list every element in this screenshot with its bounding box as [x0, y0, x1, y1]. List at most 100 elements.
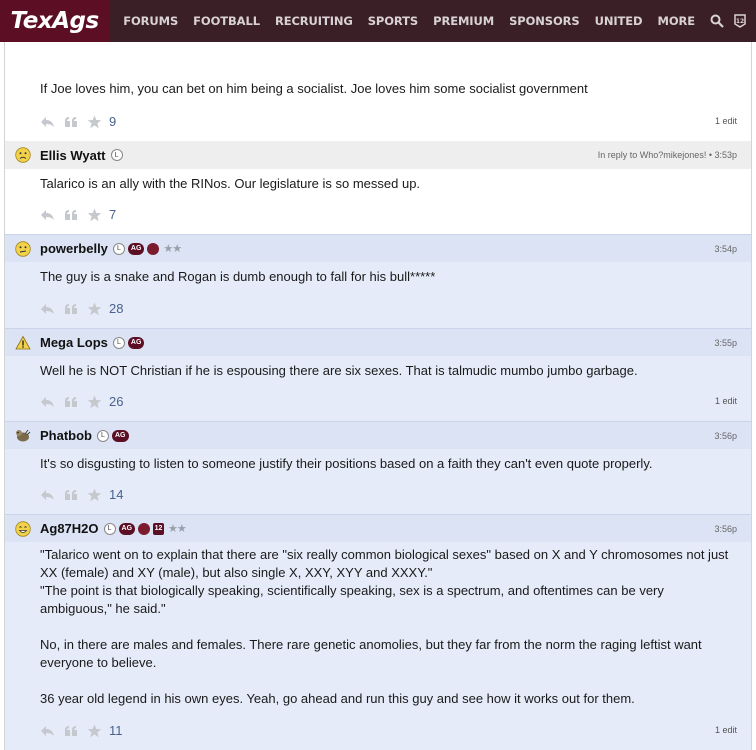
post-actions: 28 — [40, 301, 123, 316]
seal-badge-icon — [138, 522, 151, 535]
quote-icon[interactable] — [64, 116, 78, 128]
ag-badge: AG — [127, 336, 145, 349]
quote-icon[interactable] — [64, 489, 78, 501]
nav-item-sports[interactable]: SPORTS — [368, 14, 418, 28]
lifetime-badge: L — [103, 522, 116, 535]
post: Ag87H2O L AG 12 ★★ 3:56p "Talarico went … — [5, 514, 751, 750]
post-body: "Talarico went on to explain that there … — [5, 542, 751, 708]
reply-icon[interactable] — [40, 303, 55, 315]
like-count[interactable]: 7 — [109, 207, 116, 222]
like-count[interactable]: 9 — [109, 114, 116, 129]
like-count[interactable]: 26 — [109, 394, 123, 409]
edit-indicator[interactable]: 1 edit — [715, 725, 737, 735]
post-meta[interactable]: In reply to Who?mikejones! • 3:53p — [598, 141, 737, 169]
search-icon[interactable] — [710, 14, 724, 28]
post-header: powerbelly L AG ★★ 3:54p — [5, 234, 751, 262]
frown-avatar-icon — [15, 147, 31, 163]
nav-item-football[interactable]: FOOTBALL — [193, 14, 260, 28]
like-count[interactable]: 11 — [109, 723, 123, 738]
username[interactable]: Phatbob — [40, 428, 92, 443]
post-body: The guy is a snake and Rogan is dumb eno… — [5, 262, 751, 286]
star-icon[interactable] — [87, 724, 102, 738]
nav-item-sponsors[interactable]: SPONSORS — [509, 14, 580, 28]
post-meta[interactable]: 3:54p — [714, 235, 737, 263]
post-actions: 11 — [40, 723, 123, 738]
nav-item-forums[interactable]: FORUMS — [123, 14, 178, 28]
post-header: Phatbob L AG 3:56p — [5, 421, 751, 449]
post-actions: 9 — [40, 114, 116, 129]
post-actions: 14 — [40, 487, 123, 502]
thread-page: If Joe loves him, you can bet on him bei… — [4, 42, 752, 750]
like-count[interactable]: 14 — [109, 487, 123, 502]
star-icon[interactable] — [87, 208, 102, 222]
quote-icon[interactable] — [64, 209, 78, 221]
ag-badge: AG — [118, 522, 136, 535]
post-body: It's so disgusting to listen to someone … — [5, 449, 751, 473]
post-actions: 7 — [40, 207, 116, 222]
nav-item-premium[interactable]: PREMIUM — [433, 14, 494, 28]
twelfth-man-icon[interactable]: 12 — [734, 14, 746, 28]
username[interactable]: Ellis Wyatt — [40, 148, 106, 163]
reply-icon[interactable] — [40, 116, 55, 128]
post: Mega Lops L AG 3:55p Well he is NOT Chri… — [5, 328, 751, 421]
top-nav: TexAgs FORUMS FOOTBALL RECRUITING SPORTS… — [0, 0, 756, 42]
lifetime-badge: L — [110, 149, 123, 161]
post: Ellis Wyatt L In reply to Who?mikejones!… — [5, 141, 751, 234]
reply-icon[interactable] — [40, 396, 55, 408]
post-text: If Joe loves him, you can bet on him bei… — [40, 81, 588, 96]
ag-badge: AG — [112, 429, 129, 442]
nav-menu: FORUMS FOOTBALL RECRUITING SPORTS PREMIU… — [123, 0, 756, 42]
username[interactable]: Mega Lops — [40, 335, 108, 350]
post-header: Ag87H2O L AG 12 ★★ 3:56p — [5, 514, 751, 542]
post-body: Talarico is an ally with the RINos. Our … — [5, 169, 751, 193]
username[interactable]: Ag87H2O — [40, 521, 99, 536]
edit-indicator[interactable]: 1 edit — [715, 396, 737, 406]
star-icon[interactable] — [87, 488, 102, 502]
post-text: Well he is NOT Christian if he is espous… — [40, 363, 638, 378]
post-actions: 26 — [40, 394, 123, 409]
reply-icon[interactable] — [40, 209, 55, 221]
post-meta[interactable]: 3:56p — [714, 515, 737, 543]
nav-item-recruiting[interactable]: RECRUITING — [275, 14, 353, 28]
seal-badge-icon — [147, 242, 160, 255]
svg-text:12: 12 — [736, 18, 744, 25]
username[interactable]: powerbelly — [40, 241, 108, 256]
post-text: "Talarico went on to explain that there … — [40, 547, 729, 706]
twelfth-man-badge: 12 — [153, 522, 165, 535]
post-meta[interactable]: 3:56p — [714, 422, 737, 450]
reply-icon[interactable] — [40, 489, 55, 501]
post: Phatbob L AG 3:56p It's so disgusting to… — [5, 421, 751, 514]
nav-item-united[interactable]: UNITED — [595, 14, 643, 28]
quote-icon[interactable] — [64, 303, 78, 315]
lifetime-badge: L — [97, 429, 109, 442]
warning-avatar-icon — [15, 335, 31, 351]
post-text: Talarico is an ally with the RINos. Our … — [40, 176, 421, 191]
post-text: The guy is a snake and Rogan is dumb eno… — [40, 269, 436, 284]
quote-icon[interactable] — [64, 725, 78, 737]
nav-item-more[interactable]: MORE — [657, 14, 695, 28]
edit-indicator[interactable]: 1 edit — [715, 116, 737, 126]
star-icon[interactable] — [87, 395, 102, 409]
lifetime-badge: L — [112, 336, 125, 349]
post-header: Mega Lops L AG 3:55p — [5, 328, 751, 356]
quote-icon[interactable] — [64, 396, 78, 408]
post-text: It's so disgusting to listen to someone … — [40, 456, 653, 471]
logo-text: TexAgs — [10, 8, 100, 34]
post-body: Well he is NOT Christian if he is espous… — [5, 356, 751, 380]
confused-avatar-icon — [15, 240, 31, 257]
post-header: Ellis Wyatt L In reply to Who?mikejones!… — [5, 141, 751, 169]
rating-stars: ★★ — [163, 243, 182, 255]
post-meta[interactable]: 3:55p — [714, 329, 737, 357]
post-body: If Joe loves him, you can bet on him bei… — [5, 42, 751, 98]
star-icon[interactable] — [87, 302, 102, 316]
rating-stars: ★★ — [168, 523, 187, 535]
post-continued: If Joe loves him, you can bet on him bei… — [5, 42, 751, 141]
post: powerbelly L AG ★★ 3:54p The guy is a sn… — [5, 234, 751, 328]
lifetime-badge: L — [112, 242, 125, 255]
logo[interactable]: TexAgs — [0, 0, 110, 42]
grin-avatar-icon — [15, 520, 31, 537]
animal-avatar-icon — [15, 428, 31, 444]
reply-icon[interactable] — [40, 725, 55, 737]
like-count[interactable]: 28 — [109, 301, 123, 316]
star-icon[interactable] — [87, 115, 102, 129]
